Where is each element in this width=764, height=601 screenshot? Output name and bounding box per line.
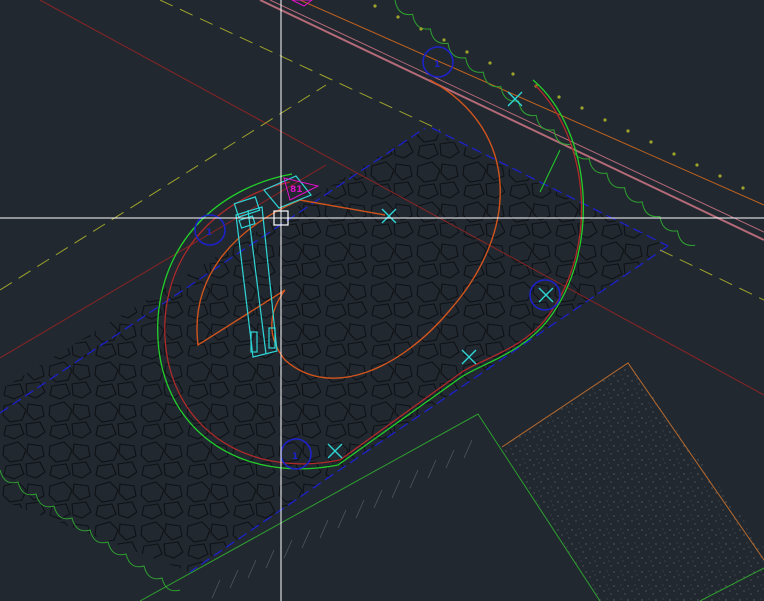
tree-marker-bottom-label: 1 xyxy=(292,452,298,462)
fixture-tag-label: 81 xyxy=(290,185,303,195)
tree-marker-top-label: 1 xyxy=(434,60,440,70)
cad-drawing-canvas[interactable]: 81 1 1 1 xyxy=(0,0,764,601)
leader-line xyxy=(539,149,561,193)
tree-marker-left[interactable]: 1 xyxy=(194,214,226,246)
gravel-bed xyxy=(501,362,764,601)
tree-marker-left-label: 1 xyxy=(206,228,212,238)
tree-marker-top[interactable]: 1 xyxy=(422,46,454,78)
fixture-tag[interactable]: 81 xyxy=(283,0,320,201)
